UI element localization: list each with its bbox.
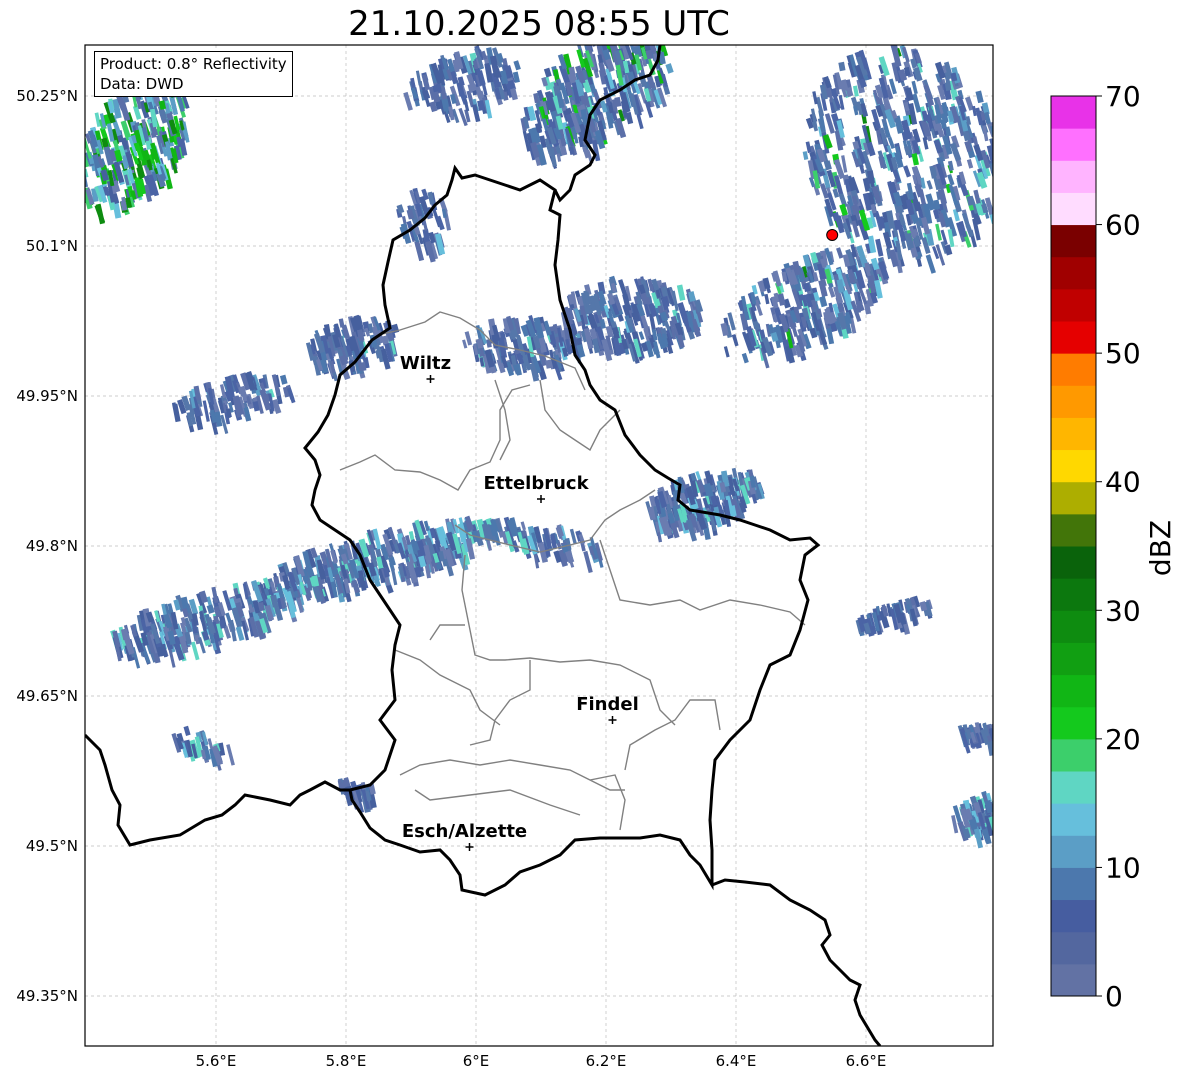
latitude-labels: 50.25°N 50.1°N 49.95°N 49.8°N 49.65°N 49.5°N 4… [16, 87, 78, 1005]
city-label: Ettelbruck [483, 473, 589, 494]
product-label: Product: 0.8° Reflectivity [100, 55, 287, 73]
city-label: Findel [576, 694, 639, 715]
city-label: Esch/Alzette [402, 821, 527, 842]
radar-site-marker [826, 229, 839, 241]
lon-tick-label: 6.4°E [716, 1052, 757, 1070]
city-marker: Ettelbruck [483, 473, 590, 503]
lat-tick-label: 50.25°N [16, 87, 78, 105]
city-marker: Wiltz [400, 353, 451, 383]
radar-map: Wiltz Ettelbruck Findel Esch/Alzette 50.25°… [16, 44, 994, 1070]
lon-tick-label: 6.6°E [846, 1052, 887, 1070]
lat-tick-label: 49.35°N [16, 987, 78, 1005]
lon-tick-label: 6.2°E [586, 1052, 627, 1070]
borders [85, 45, 882, 1046]
city-label: Wiltz [400, 353, 451, 374]
lon-tick-label: 5.8°E [326, 1052, 367, 1070]
lat-tick-label: 49.65°N [16, 687, 78, 705]
lon-tick-label: 6°E [463, 1052, 490, 1070]
lat-tick-label: 49.8°N [26, 537, 78, 555]
city-marker: Esch/Alzette [402, 821, 527, 851]
product-info-box: Product: 0.8° Reflectivity Data: DWD [94, 51, 293, 97]
radar-echoes [85, 45, 993, 849]
longitude-labels: 5.6°E 5.8°E 6°E 6.2°E 6.4°E 6.6°E [196, 1052, 887, 1070]
lat-tick-label: 50.1°N [26, 237, 78, 255]
data-source-label: Data: DWD [100, 75, 184, 93]
lon-tick-label: 5.6°E [196, 1052, 237, 1070]
lat-tick-label: 49.95°N [16, 387, 78, 405]
city-marker: Findel [576, 694, 639, 724]
lat-tick-label: 49.5°N [26, 837, 78, 855]
